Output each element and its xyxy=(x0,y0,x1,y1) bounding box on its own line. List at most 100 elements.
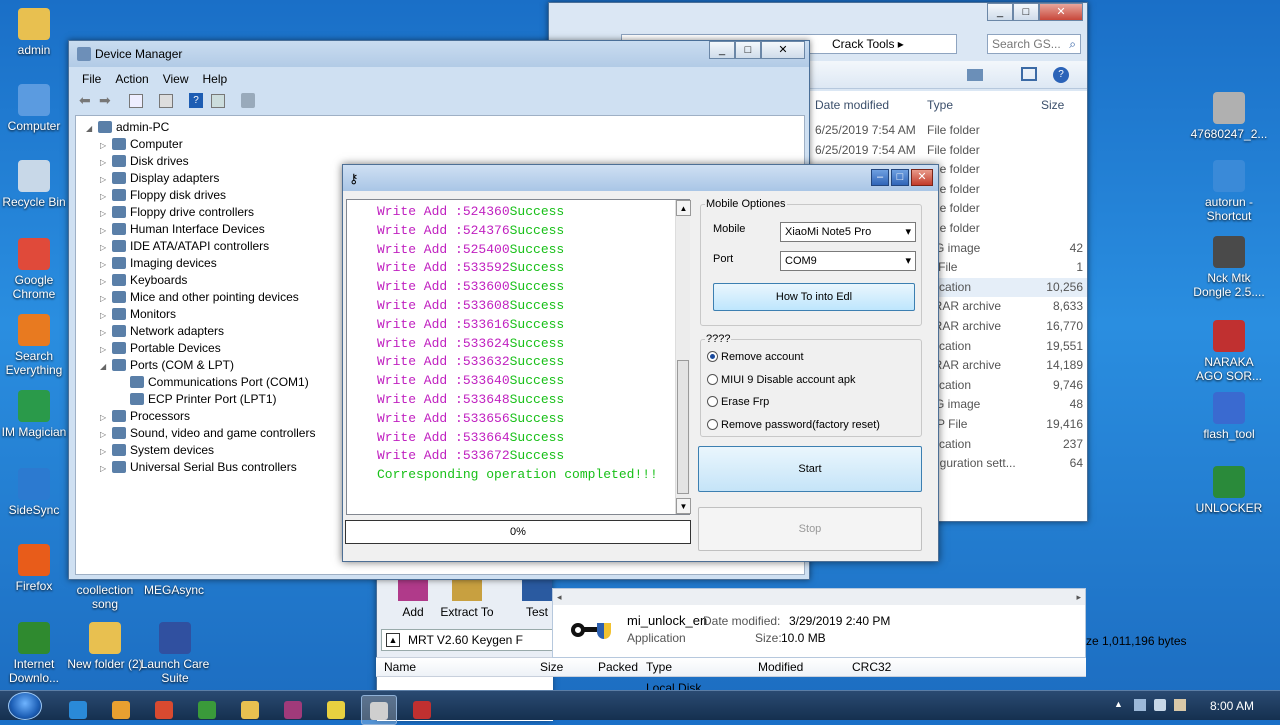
device-item[interactable]: ECP Printer Port (LPT1) xyxy=(86,391,315,408)
winrar-col-crc[interactable]: CRC32 xyxy=(852,658,891,677)
collapsed-arrow-icon[interactable]: ▷ xyxy=(100,273,112,290)
list-view-icon[interactable] xyxy=(159,94,173,108)
desktop-icon[interactable]: Firefox xyxy=(0,544,72,593)
desktop-icon[interactable]: Recycle Bin xyxy=(0,160,72,209)
dm-maximize-button[interactable]: □ xyxy=(735,41,761,59)
help-toolbar-icon[interactable]: ? xyxy=(189,93,203,108)
flag-icon[interactable] xyxy=(1174,699,1186,711)
winrar-tool-1[interactable]: Extract To xyxy=(439,575,495,619)
mobile-select[interactable]: XiaoMi Note5 Pro xyxy=(780,222,916,242)
device-category[interactable]: ▷ Display adapters xyxy=(86,170,315,187)
winrar-col-modified[interactable]: Modified xyxy=(758,658,803,677)
volume-icon[interactable] xyxy=(1154,699,1166,711)
tool-minimize-button[interactable]: – xyxy=(871,169,889,186)
menu-item[interactable]: Action xyxy=(108,70,155,88)
taskbar-ie-button[interactable] xyxy=(60,695,96,725)
driver-icon[interactable] xyxy=(211,94,225,108)
collapsed-arrow-icon[interactable]: ◢ xyxy=(100,358,112,375)
log-box[interactable]: Write Add :524360Success Write Add :52437… xyxy=(346,199,691,515)
collapsed-arrow-icon[interactable]: ▷ xyxy=(100,188,112,205)
desktop-icon[interactable]: New folder (2) xyxy=(67,622,143,671)
collapsed-arrow-icon[interactable]: ▷ xyxy=(100,154,112,171)
device-category[interactable]: ▷ Computer xyxy=(86,136,315,153)
radio-circle-icon[interactable] xyxy=(707,373,718,385)
device-item[interactable]: Communications Port (COM1) xyxy=(86,374,315,391)
desktop-icon[interactable]: NARAKA AGO SOR... xyxy=(1190,320,1268,383)
tool-close-button[interactable]: ✕ xyxy=(911,169,933,186)
tree-root[interactable]: ◢ admin-PC xyxy=(86,119,315,136)
device-category[interactable]: ▷ Disk drives xyxy=(86,153,315,170)
device-category[interactable]: ▷ Network adapters xyxy=(86,323,315,340)
collapsed-arrow-icon[interactable]: ▷ xyxy=(100,239,112,256)
taskbar-chrome-button[interactable] xyxy=(146,695,182,725)
file-row[interactable]: 6/25/2019 7:54 AM File folder xyxy=(809,141,1087,161)
file-row[interactable]: 6/25/2019 7:54 AM File folder xyxy=(809,121,1087,141)
back-arrow-icon[interactable]: ⬅ xyxy=(79,92,91,109)
preview-pane-icon[interactable] xyxy=(1021,67,1037,81)
desktop-icon[interactable]: SideSync xyxy=(0,468,72,517)
collapsed-arrow-icon[interactable]: ▷ xyxy=(100,290,112,307)
winrar-col-size[interactable]: Size xyxy=(540,658,563,677)
device-category[interactable]: ▷ Processors xyxy=(86,408,315,425)
scroll-down-icon[interactable]: ▼ xyxy=(676,498,691,514)
radio-circle-icon[interactable] xyxy=(707,418,718,430)
menu-item[interactable]: View xyxy=(156,70,196,88)
up-folder-icon[interactable]: ▲ xyxy=(386,633,400,647)
desktop-icon[interactable]: admin xyxy=(0,8,72,57)
desktop-icon[interactable]: flash_tool xyxy=(1190,392,1268,441)
option-radio[interactable]: MIUI 9 Disable account apk xyxy=(707,369,880,392)
desktop-icon[interactable]: autorun - Shortcut xyxy=(1190,160,1268,223)
taskbar-app2-button[interactable] xyxy=(404,695,440,725)
desktop-icon[interactable]: Computer xyxy=(0,84,72,133)
desktop-icon[interactable]: UNLOCKER xyxy=(1190,466,1268,515)
device-category[interactable]: ◢ Ports (COM & LPT) xyxy=(86,357,315,374)
close-button[interactable]: ✕ xyxy=(1039,3,1083,21)
column-type[interactable]: Type xyxy=(927,98,953,112)
taskbar-tool-button[interactable] xyxy=(318,695,354,725)
winrar-col-name[interactable]: Name xyxy=(384,658,416,677)
device-category[interactable]: ▷ Keyboards xyxy=(86,272,315,289)
device-category[interactable]: ▷ System devices xyxy=(86,442,315,459)
collapsed-arrow-icon[interactable]: ▷ xyxy=(100,426,112,443)
collapsed-arrow-icon[interactable]: ▷ xyxy=(100,256,112,273)
tool-titlebar[interactable]: ⚷ xyxy=(343,165,938,191)
collapsed-arrow-icon[interactable]: ▷ xyxy=(100,171,112,188)
expanded-arrow-icon[interactable]: ◢ xyxy=(86,120,98,137)
device-category[interactable]: ▷ Imaging devices xyxy=(86,255,315,272)
device-category[interactable]: ▷ Mice and other pointing devices xyxy=(86,289,315,306)
maximize-button[interactable]: □ xyxy=(1013,3,1039,21)
dm-titlebar[interactable]: Device Manager xyxy=(69,41,809,67)
minimize-button[interactable]: _ xyxy=(987,3,1013,21)
menu-item[interactable]: Help xyxy=(196,70,235,88)
scroll-up-icon[interactable]: ▲ xyxy=(676,200,691,216)
properties-icon[interactable] xyxy=(129,94,143,108)
taskbar-app-button[interactable] xyxy=(189,695,225,725)
collapsed-arrow-icon[interactable]: ▷ xyxy=(100,307,112,324)
menu-item[interactable]: File xyxy=(75,70,108,88)
scroll-thumb[interactable] xyxy=(677,360,689,494)
collapsed-arrow-icon[interactable]: ▷ xyxy=(100,341,112,358)
desktop-icon[interactable]: IM Magician xyxy=(0,390,72,439)
winrar-path[interactable]: ▲ MRT V2.60 Keygen F xyxy=(381,629,553,651)
option-radio[interactable]: Remove password(factory reset) xyxy=(707,414,880,437)
mi-unlock-window[interactable]: ⚷ – □ ✕ Write Add :524360Success Write Ad… xyxy=(342,164,939,562)
desktop-icon[interactable]: Internet Downlo... xyxy=(0,622,72,685)
h-scrollbar[interactable]: ◂ ▸ xyxy=(553,589,1085,605)
device-category[interactable]: ▷ Sound, video and game controllers xyxy=(86,425,315,442)
edl-button[interactable]: How To into Edl xyxy=(713,283,915,311)
collapsed-arrow-icon[interactable]: ▷ xyxy=(100,324,112,341)
radio-circle-icon[interactable] xyxy=(707,351,718,362)
device-category[interactable]: ▷ Portable Devices xyxy=(86,340,315,357)
collapsed-arrow-icon[interactable]: ▷ xyxy=(100,222,112,239)
log-scrollbar[interactable]: ▲ ▼ xyxy=(675,200,691,514)
dm-close-button[interactable]: ✕ xyxy=(761,41,805,59)
desktop-icon[interactable]: Search Everything xyxy=(0,314,72,377)
device-category[interactable]: ▷ Monitors xyxy=(86,306,315,323)
collapsed-arrow-icon[interactable]: ▷ xyxy=(100,409,112,426)
taskbar-explorer-button[interactable] xyxy=(232,695,268,725)
device-category[interactable]: ▷ Universal Serial Bus controllers xyxy=(86,459,315,476)
start-button-orb[interactable] xyxy=(8,692,42,720)
help-icon[interactable]: ? xyxy=(1053,67,1069,83)
dm-minimize-button[interactable]: _ xyxy=(709,41,735,59)
collapsed-arrow-icon[interactable]: ▷ xyxy=(100,137,112,154)
